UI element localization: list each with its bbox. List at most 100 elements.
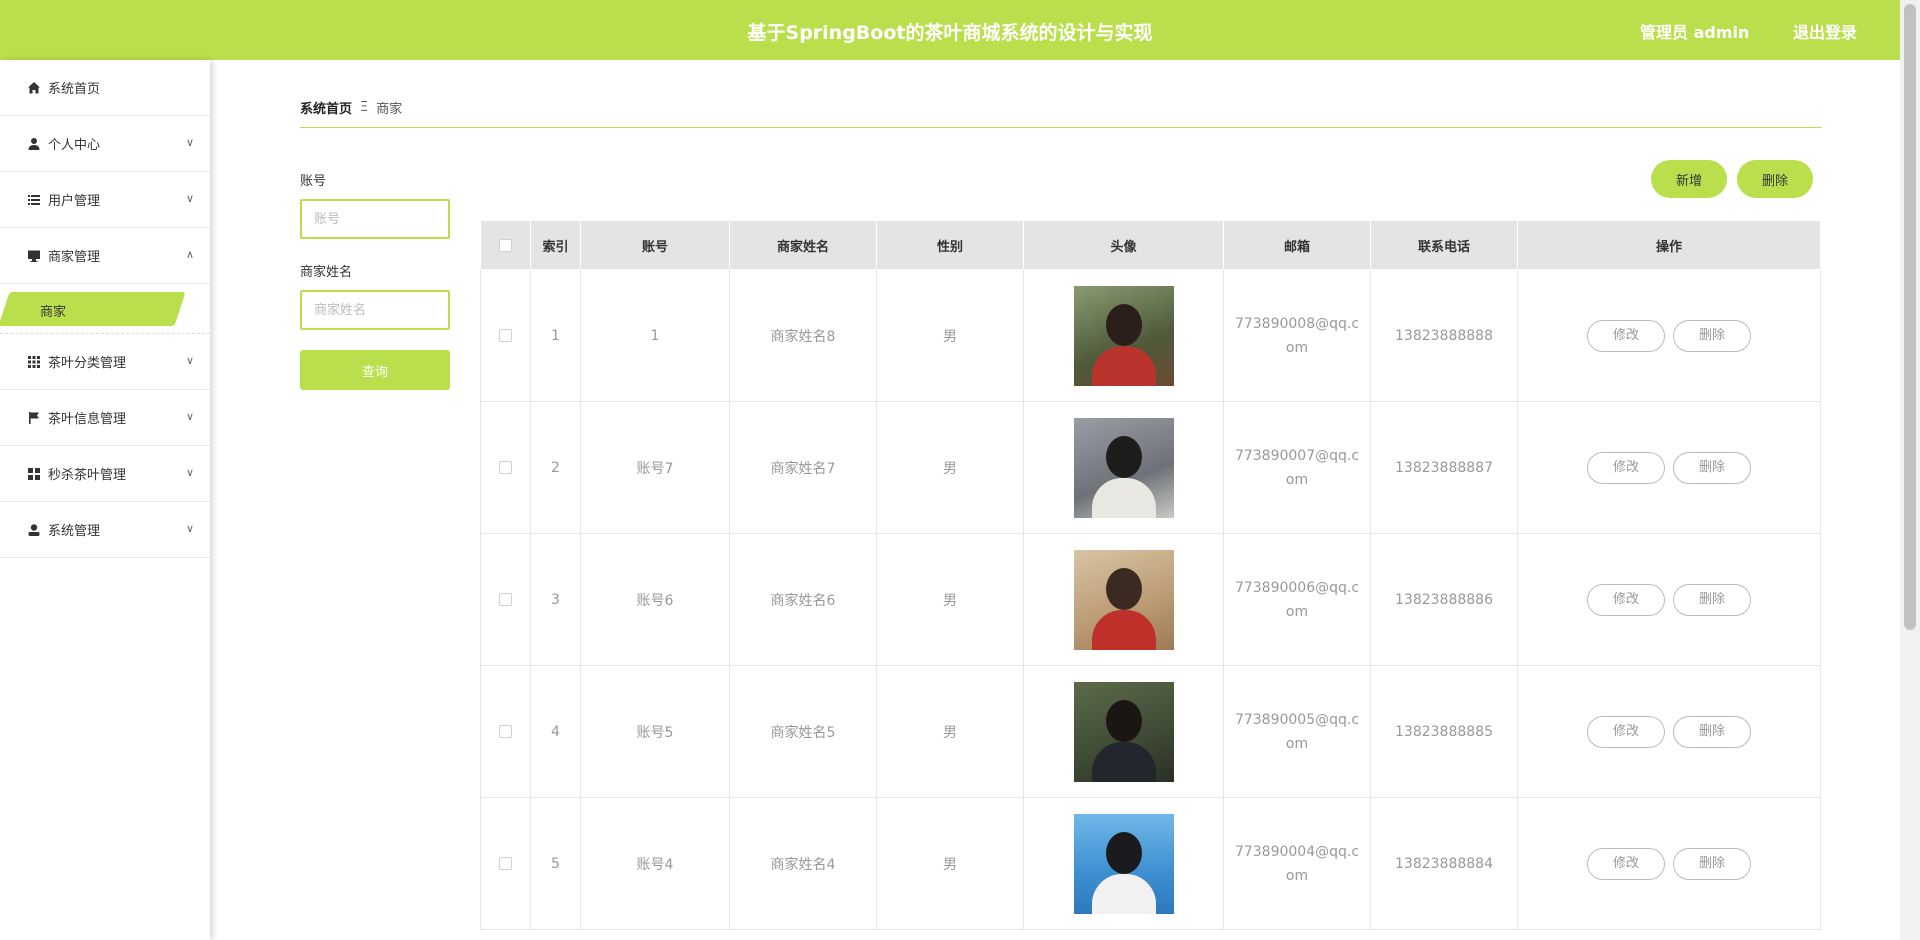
cell-gender: 男 xyxy=(876,269,1024,402)
current-user-label: 管理员 admin xyxy=(1640,23,1750,42)
sidebar-item-label: 茶叶分类管理 xyxy=(48,356,127,371)
cell-email: 773890004@qq.com xyxy=(1223,797,1371,930)
avatar-image xyxy=(1073,417,1174,518)
cell-phone: 13823888884 xyxy=(1370,797,1518,930)
cell-index: 1 xyxy=(530,269,581,402)
row-checkbox[interactable] xyxy=(499,593,512,606)
logout-link[interactable]: 退出登录 xyxy=(1793,19,1857,43)
sidebar-item-user-management[interactable]: 用户管理 ∨ xyxy=(0,172,210,228)
breadcrumb-separator: Ξ xyxy=(360,100,369,115)
column-header: 账号 xyxy=(580,220,730,270)
table-row: 1 1 商家姓名8 男 773890008@qq.com 13823888888… xyxy=(480,269,1821,402)
table-row: 3 账号6 商家姓名6 男 773890006@qq.com 138238888… xyxy=(480,533,1821,666)
sidebar-item-home[interactable]: 系统首页 xyxy=(0,60,210,116)
sidebar-item-label: 系统首页 xyxy=(48,82,101,97)
sidebar-item-label: 个人中心 xyxy=(48,138,101,153)
cell-index: 5 xyxy=(530,797,581,930)
merchant-name-label: 商家姓名 xyxy=(300,265,353,280)
cell-account: 1 xyxy=(580,269,730,402)
chevron-down-icon: ∨ xyxy=(185,522,194,535)
edit-button[interactable]: 修改 xyxy=(1587,583,1665,616)
chevron-down-icon: ∨ xyxy=(185,410,194,423)
cell-account: 账号6 xyxy=(580,533,730,666)
account-label: 账号 xyxy=(300,174,327,189)
row-checkbox[interactable] xyxy=(499,329,512,342)
row-checkbox[interactable] xyxy=(499,857,512,870)
delete-button[interactable]: 删除 xyxy=(1673,847,1751,880)
submenu-item-merchant[interactable] xyxy=(0,292,186,326)
select-all-checkbox[interactable] xyxy=(499,238,512,252)
delete-button[interactable]: 删除 xyxy=(1673,715,1751,748)
sidebar-item-merchant-management[interactable]: 商家管理 ∧ xyxy=(0,228,210,284)
sidebar: 系统首页 个人中心 ∨ 用户管理 ∨ 商家管理 ∧ 商家 茶叶分类管理 ∨ 茶叶… xyxy=(0,60,210,940)
cell-phone: 13823888888 xyxy=(1370,269,1518,402)
breadcrumb: 系统首页 Ξ 商家 xyxy=(300,98,402,117)
merchant-table: 索引 账号 商家姓名 性别 头像 邮箱 联系电话 操作 1 1 商家姓名8 男 … xyxy=(480,220,1821,930)
cell-phone: 13823888887 xyxy=(1370,401,1518,534)
sidebar-item-tea-category[interactable]: 茶叶分类管理 ∨ xyxy=(0,334,210,390)
app-title: 基于SpringBoot的茶叶商城系统的设计与实现 xyxy=(747,22,1153,44)
column-header: 性别 xyxy=(876,220,1024,270)
avatar-image xyxy=(1073,285,1174,386)
cell-index: 3 xyxy=(530,533,581,666)
table-row: 4 账号5 商家姓名5 男 773890005@qq.com 138238888… xyxy=(480,665,1821,798)
add-button[interactable]: 新增 xyxy=(1651,160,1727,198)
cell-gender: 男 xyxy=(876,665,1024,798)
row-checkbox[interactable] xyxy=(499,725,512,738)
chevron-down-icon: ∨ xyxy=(185,354,194,367)
submenu-item-label: 商家 xyxy=(40,305,67,320)
scrollbar-thumb[interactable] xyxy=(1904,4,1916,630)
sidebar-item-flash-sale[interactable]: 秒杀茶叶管理 ∨ xyxy=(0,446,210,502)
column-header: 商家姓名 xyxy=(729,220,877,270)
edit-button[interactable]: 修改 xyxy=(1587,451,1665,484)
page-scrollbar[interactable] xyxy=(1900,0,1920,940)
column-header: 操作 xyxy=(1517,220,1821,270)
edit-button[interactable]: 修改 xyxy=(1587,715,1665,748)
sidebar-item-label: 用户管理 xyxy=(48,194,101,209)
delete-button[interactable]: 删除 xyxy=(1673,583,1751,616)
monitor-icon xyxy=(26,248,42,264)
edit-button[interactable]: 修改 xyxy=(1587,847,1665,880)
column-header: 联系电话 xyxy=(1370,220,1518,270)
delete-button[interactable]: 删除 xyxy=(1673,319,1751,352)
sidebar-item-personal-center[interactable]: 个人中心 ∨ xyxy=(0,116,210,172)
edit-button[interactable]: 修改 xyxy=(1587,319,1665,352)
sidebar-item-label: 系统管理 xyxy=(48,524,101,539)
grid-icon xyxy=(26,354,42,370)
batch-delete-button[interactable]: 删除 xyxy=(1737,160,1813,198)
cell-email: 773890005@qq.com xyxy=(1223,665,1371,798)
cell-email: 773890006@qq.com xyxy=(1223,533,1371,666)
merchant-name-input[interactable] xyxy=(300,290,450,330)
table-row: 5 账号4 商家姓名4 男 773890004@qq.com 138238888… xyxy=(480,797,1821,930)
chevron-down-icon: ∨ xyxy=(185,192,194,205)
user-icon xyxy=(26,522,42,538)
home-icon xyxy=(26,80,42,96)
cell-gender: 男 xyxy=(876,533,1024,666)
cell-merchant-name: 商家姓名8 xyxy=(729,269,877,402)
cell-merchant-name: 商家姓名5 xyxy=(729,665,877,798)
query-button[interactable]: 查询 xyxy=(300,350,450,390)
breadcrumb-current: 商家 xyxy=(376,102,403,117)
cell-phone: 13823888885 xyxy=(1370,665,1518,798)
cell-index: 2 xyxy=(530,401,581,534)
column-header: 索引 xyxy=(530,220,581,270)
cell-email: 773890007@qq.com xyxy=(1223,401,1371,534)
sidebar-item-system-management[interactable]: 系统管理 ∨ xyxy=(0,502,210,558)
breadcrumb-home[interactable]: 系统首页 xyxy=(300,98,352,117)
select-all-header xyxy=(480,220,531,270)
account-input[interactable] xyxy=(300,199,450,239)
column-header: 头像 xyxy=(1023,220,1224,270)
sidebar-item-tea-info[interactable]: 茶叶信息管理 ∨ xyxy=(0,390,210,446)
cell-merchant-name: 商家姓名4 xyxy=(729,797,877,930)
breadcrumb-divider xyxy=(300,127,1822,128)
delete-button[interactable]: 删除 xyxy=(1673,451,1751,484)
apps-icon xyxy=(26,466,42,482)
cell-email: 773890008@qq.com xyxy=(1223,269,1371,402)
cell-account: 账号4 xyxy=(580,797,730,930)
cell-account: 账号7 xyxy=(580,401,730,534)
cell-gender: 男 xyxy=(876,797,1024,930)
flag-icon xyxy=(26,410,42,426)
avatar-image xyxy=(1073,681,1174,782)
top-header: 基于SpringBoot的茶叶商城系统的设计与实现 管理员 admin 退出登录 xyxy=(0,0,1900,60)
row-checkbox[interactable] xyxy=(499,461,512,474)
